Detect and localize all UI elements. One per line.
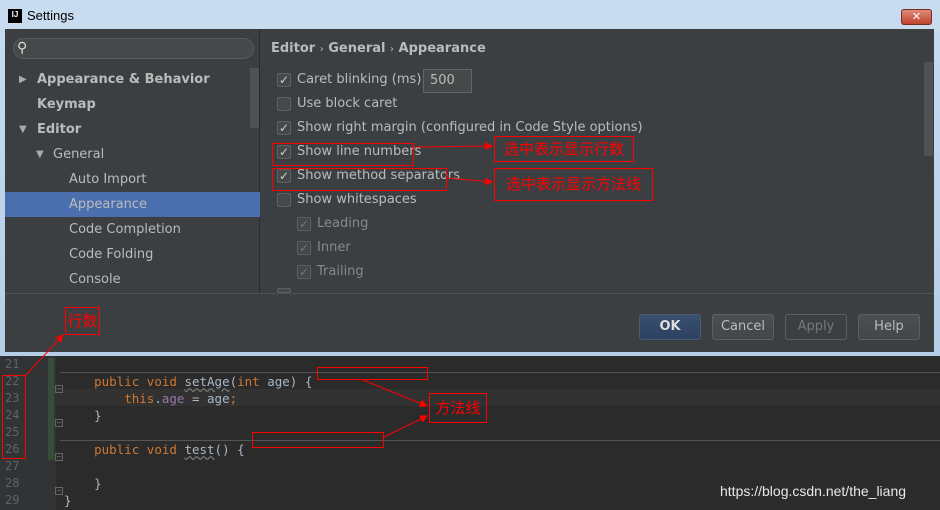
arrow: [446, 177, 493, 186]
annotation-arrows: [25, 142, 493, 438]
arrow: [383, 415, 428, 438]
arrow: [413, 142, 493, 151]
arrow: [25, 334, 64, 376]
watermark: https://blog.csdn.net/the_liang: [720, 483, 907, 499]
arrow: [362, 379, 428, 408]
